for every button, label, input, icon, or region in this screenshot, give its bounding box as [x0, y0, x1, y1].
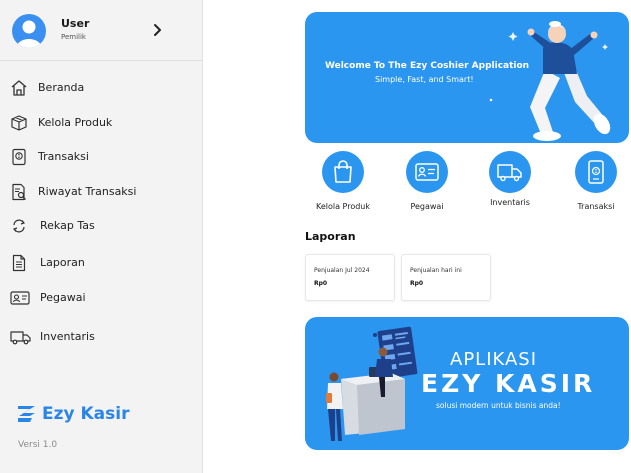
- promo-line-2: EZY KASIR: [421, 369, 596, 398]
- quick-action-circle: [406, 151, 448, 193]
- user-avatar-icon: [16, 20, 42, 48]
- report-section-title: Laporan: [305, 230, 356, 243]
- user-name: User: [61, 17, 90, 30]
- quick-action-pegawai[interactable]: Pegawai: [392, 151, 462, 215]
- report-card-title: Penjualan hari ini: [410, 267, 462, 274]
- home-icon: [11, 80, 27, 96]
- sidebar-item-riwayat-transaksi[interactable]: Riwayat Transaksi: [0, 177, 203, 207]
- sidebar-item-inventaris[interactable]: Inventaris: [0, 322, 203, 352]
- brand-name: Ezy Kasir: [42, 404, 130, 424]
- sidebar-item-rekap-tas[interactable]: Rekap Tas: [0, 211, 203, 241]
- quick-action-circle: [322, 151, 364, 193]
- report-card-daily[interactable]: Penjualan hari ini Rp0: [401, 254, 491, 301]
- quick-action-inventaris[interactable]: Inventaris: [475, 151, 545, 215]
- promo-line-1: APLIKASI: [450, 349, 538, 370]
- ezy-logo-icon: [18, 406, 35, 422]
- sidebar-item-pegawai[interactable]: Pegawai: [0, 283, 203, 313]
- box-icon: [11, 115, 27, 131]
- sidebar-item-label: Laporan: [40, 256, 85, 269]
- welcome-banner: Welcome To The Ezy Coshier Application S…: [305, 12, 629, 143]
- quick-action-circle: [575, 151, 617, 193]
- receipt-icon: [12, 148, 26, 166]
- user-profile-card[interactable]: User Pemilik: [0, 0, 203, 61]
- quick-action-kelola-produk[interactable]: Kelola Produk: [308, 151, 378, 215]
- truck-icon: [10, 331, 31, 345]
- quick-action-label: Inventaris: [490, 198, 530, 207]
- quick-action-transaksi[interactable]: Transaksi: [561, 151, 631, 215]
- report-card-value: Rp0: [314, 280, 328, 287]
- sidebar-item-kelola-produk[interactable]: Kelola Produk: [0, 108, 203, 138]
- shopping-bag-icon: [334, 160, 352, 183]
- quick-action-label: Kelola Produk: [315, 202, 371, 211]
- id-card-icon: [415, 163, 439, 181]
- phone-receipt-icon: [588, 160, 604, 184]
- user-role: Pemilik: [61, 33, 86, 41]
- report-card-monthly[interactable]: Penjualan Jul 2024 Rp0: [305, 254, 395, 301]
- document-search-icon: [12, 183, 26, 201]
- banner-title: Welcome To The Ezy Coshier Application: [325, 61, 530, 71]
- id-card-icon: [10, 291, 30, 305]
- document-icon: [12, 254, 26, 272]
- sidebar-item-label: Inventaris: [40, 330, 95, 343]
- quick-action-label: Pegawai: [410, 202, 444, 211]
- banner-subtitle: Simple, Fast, and Smart!: [375, 75, 474, 84]
- sidebar-item-label: Kelola Produk: [38, 116, 113, 129]
- sidebar-item-label: Pegawai: [40, 291, 86, 304]
- sidebar-item-label: Rekap Tas: [40, 219, 95, 232]
- sidebar-item-label: Beranda: [38, 81, 85, 94]
- quick-action-circle: [489, 151, 531, 193]
- promo-line-3: solusi modern untuk bisnis anda!: [436, 401, 561, 410]
- promo-banner: APLIKASI EZY KASIR solusi modern untuk b…: [305, 317, 629, 450]
- sidebar-item-laporan[interactable]: Laporan: [0, 248, 203, 278]
- refresh-icon: [12, 219, 26, 233]
- sidebar-item-transaksi[interactable]: Transaksi: [0, 142, 203, 172]
- sidebar-item-label: Transaksi: [38, 150, 89, 163]
- sidebar-item-beranda[interactable]: Beranda: [0, 73, 203, 103]
- truck-icon: [497, 164, 522, 182]
- quick-action-label: Transaksi: [577, 202, 615, 211]
- avatar: [12, 14, 46, 48]
- report-card-title: Penjualan Jul 2024: [314, 267, 370, 274]
- app-version: Versi 1.0: [18, 440, 58, 450]
- sidebar-item-label: Riwayat Transaksi: [38, 185, 137, 198]
- sidebar: User Pemilik Beranda Kelola Produk Trans…: [0, 0, 203, 473]
- report-card-value: Rp0: [410, 280, 424, 287]
- chevron-right-icon[interactable]: [150, 23, 164, 37]
